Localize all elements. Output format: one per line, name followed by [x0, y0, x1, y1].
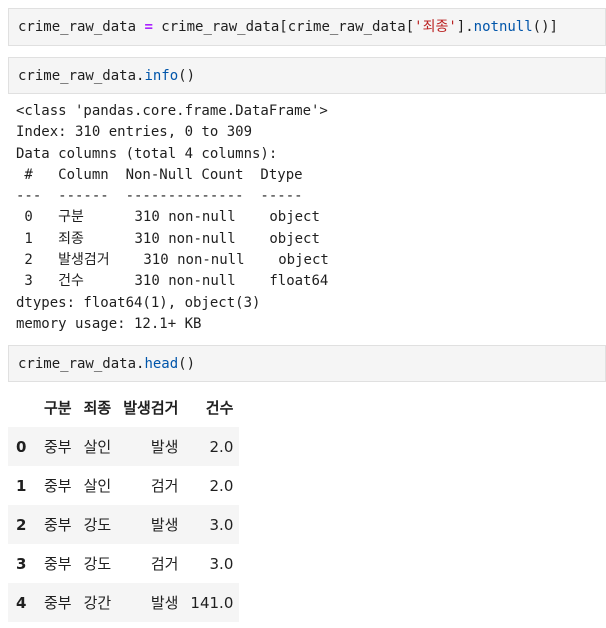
code-token-string: '죄종': [414, 19, 457, 35]
code-token: ()]: [532, 19, 558, 35]
table-row: 1 중부 살인 검거 2.0: [8, 466, 239, 505]
output-line: <class 'pandas.core.frame.DataFrame'>: [16, 103, 328, 119]
table-cell: 살인: [83, 477, 112, 495]
table-row: 4 중부 강간 발생 141.0: [8, 583, 240, 622]
code-token-method: info: [144, 68, 179, 84]
code-cell-info[interactable]: crime_raw_data.info(): [8, 57, 606, 94]
dataframe-table: 구분 죄종 발생검거 건수 0 중부 살인 발생 2.0 1 중부 살인 검거 2.0 2 중부 강도 발…: [8, 388, 240, 622]
table-cell: 중부: [44, 594, 72, 612]
code-token: crime_raw_data.: [18, 68, 145, 84]
code-cell-head[interactable]: crime_raw_data.head(): [8, 345, 606, 382]
code-token: (): [178, 356, 196, 372]
table-cell: 검거: [150, 555, 179, 573]
code-line: crime_raw_data = crime_raw_data[crime_ra…: [9, 9, 605, 37]
column-header: 구분: [44, 399, 72, 417]
table-cell: 중부: [44, 438, 72, 456]
table-cell: 검거: [150, 477, 179, 495]
table-cell: 강도: [83, 555, 112, 573]
table-cell: 발생: [150, 516, 179, 534]
table-header-row: 구분 죄종 발생검거 건수: [8, 388, 239, 427]
table-cell: 발생: [150, 594, 179, 612]
table-cell: 3.0: [209, 515, 234, 534]
code-token: crime_raw_data.: [18, 356, 145, 372]
output-line: dtypes: float64(1), object(3): [16, 294, 261, 311]
table-cell: 141.0: [190, 593, 234, 612]
output-line: Data columns (total 4 columns):: [16, 145, 278, 162]
code-line: crime_raw_data.head(): [9, 346, 605, 374]
output-line: 1 죄종 310 non-null object: [16, 230, 320, 247]
output-line: 0 구분 310 non-null object: [16, 209, 320, 226]
info-output: <class 'pandas.core.frame.DataFrame'> Ind…: [16, 101, 329, 335]
row-index: 4: [16, 593, 27, 612]
code-token-method: head: [144, 356, 179, 372]
table-cell: 중부: [44, 555, 72, 573]
table-row: 3 중부 강도 검거 3.0: [8, 544, 239, 583]
table-row: 2 중부 강도 발생 3.0: [8, 505, 240, 544]
table-row: 0 중부 살인 발생 2.0: [8, 427, 240, 466]
code-token-operator: =: [144, 19, 153, 35]
table-cell: 2.0: [209, 437, 234, 456]
table-cell: 살인: [83, 438, 112, 456]
table-cell: 3.0: [209, 554, 234, 573]
row-index: 3: [16, 554, 27, 573]
code-token: ].: [456, 19, 474, 35]
output-line: --- ------ -------------- -----: [16, 188, 303, 205]
code-token: crime_raw_data[crime_raw_data[: [152, 19, 415, 35]
column-header: 건수: [205, 399, 234, 417]
code-token: crime_raw_data: [18, 19, 145, 35]
code-token-method: notnull: [473, 19, 533, 35]
column-header: 죄종: [83, 399, 112, 417]
index-header: [8, 388, 38, 427]
row-index: 1: [16, 476, 27, 495]
output-line: memory usage: 12.1+ KB: [16, 315, 202, 332]
column-header: 발생검거: [123, 399, 179, 417]
output-line: 3 건수 310 non-null float64: [16, 273, 329, 290]
table-cell: 강도: [83, 516, 112, 534]
row-index: 0: [16, 437, 27, 456]
table-cell: 중부: [44, 516, 72, 534]
table-cell: 2.0: [209, 476, 234, 495]
code-cell-filter[interactable]: crime_raw_data = crime_raw_data[crime_ra…: [8, 8, 606, 46]
output-line: 2 발생검거 310 non-null object: [16, 252, 329, 269]
code-line: crime_raw_data.info(): [9, 58, 605, 86]
row-index: 2: [16, 515, 27, 534]
table-cell: 중부: [44, 477, 72, 495]
code-token: (): [178, 68, 196, 84]
table-cell: 강간: [83, 594, 112, 612]
output-line: # Column Non-Null Count Dtype: [16, 166, 303, 183]
table-cell: 발생: [150, 438, 179, 456]
output-line: Index: 310 entries, 0 to 309: [16, 124, 253, 141]
